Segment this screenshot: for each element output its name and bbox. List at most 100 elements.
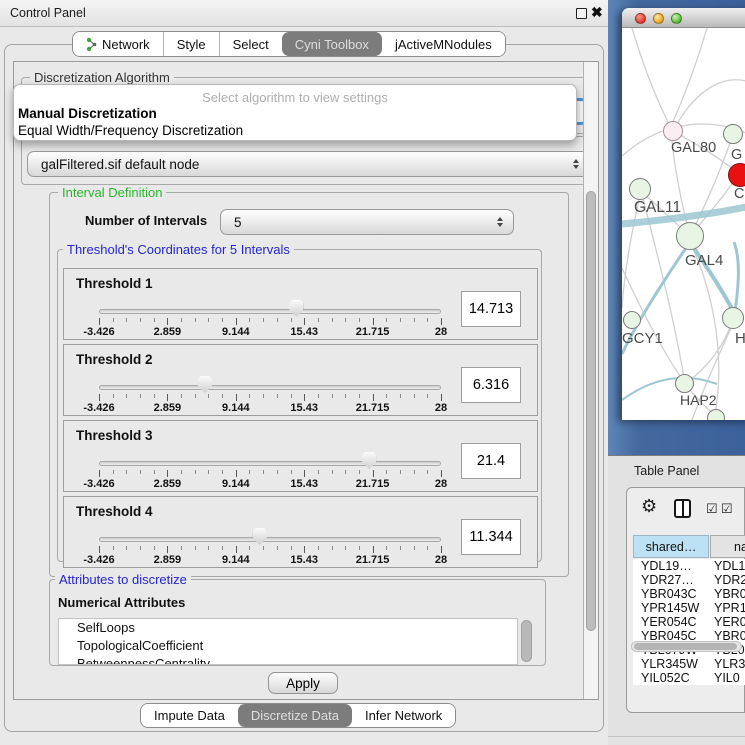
close-icon[interactable]: ✖ — [591, 4, 603, 21]
apply-button[interactable]: Apply — [268, 672, 338, 694]
network-canvas[interactable]: GAL80 G C GAL11 GAL4 GCY1 H HAP2 — [622, 28, 745, 420]
threshold-1-label: Threshold 1 — [76, 276, 153, 291]
threshold-3-value-field[interactable] — [461, 443, 521, 479]
table-data-combobox[interactable]: galFiltered.sif default node — [27, 151, 590, 177]
threshold-1-value-field[interactable] — [461, 291, 521, 327]
network-node-highlighted[interactable] — [728, 163, 745, 187]
scrollbar-thumb[interactable] — [586, 191, 596, 631]
minimize-traffic-light[interactable] — [653, 13, 664, 24]
float-icon[interactable] — [576, 8, 587, 19]
slider-thumb[interactable] — [198, 376, 212, 393]
tab-impute-data[interactable]: Impute Data — [141, 704, 238, 727]
tick-mark — [167, 318, 168, 325]
checkbox-icon[interactable]: ☑ — [706, 501, 718, 517]
threshold-2-panel: Threshold 2 -3.4262.8599.14415.4321.7152… — [63, 344, 538, 416]
scrollbar-thumb[interactable] — [634, 643, 737, 650]
table-row[interactable]: YDL19…YDL1 — [633, 559, 745, 573]
network-window-titlebar[interactable] — [622, 8, 745, 28]
tick-mark — [140, 470, 141, 474]
number-of-intervals-combobox[interactable]: 5 — [220, 209, 514, 235]
threshold-2-value-field[interactable] — [461, 367, 521, 403]
checkbox-icon[interactable]: ☑ — [721, 501, 733, 517]
tick-label: -3.426 — [83, 326, 114, 338]
cell-name: YDR2 — [714, 573, 745, 587]
network-node[interactable] — [675, 374, 694, 393]
network-node[interactable] — [623, 311, 641, 329]
tick-mark — [181, 394, 182, 398]
table-row[interactable]: YLR345WYLR3 — [633, 657, 745, 671]
tick-mark — [195, 546, 196, 550]
tab-discretize-data[interactable]: Discretize Data — [238, 704, 352, 727]
threshold-4-panel: Threshold 4 -3.4262.8599.14415.4321.7152… — [63, 496, 538, 568]
tick-label: 2.859 — [154, 326, 182, 338]
tick-mark — [113, 318, 114, 322]
tick-mark — [318, 318, 319, 322]
close-traffic-light[interactable] — [635, 13, 646, 24]
gear-icon[interactable]: ⚙ — [641, 496, 657, 517]
list-item[interactable]: TopologicalCoefficient — [59, 637, 517, 655]
threshold-2-slider[interactable] — [99, 385, 441, 390]
slider-thumb[interactable] — [289, 300, 303, 317]
attributes-scrollbar[interactable] — [520, 619, 533, 665]
column-header-shared-name[interactable]: shared… — [633, 535, 709, 558]
network-node[interactable] — [629, 178, 651, 200]
table-row[interactable]: YPR145WYPR1 — [633, 601, 745, 615]
tick-mark — [154, 394, 155, 398]
tab-cyni-toolbox[interactable]: Cyni Toolbox — [282, 32, 382, 56]
settings-scrollbar[interactable] — [583, 62, 598, 699]
network-node[interactable] — [722, 307, 744, 329]
tick-mark — [441, 394, 442, 401]
tab-network[interactable]: Network — [73, 32, 163, 56]
network-node[interactable] — [723, 124, 743, 144]
table-row[interactable]: YDR27…YDR2 — [633, 573, 745, 587]
table-row[interactable]: YBR043CYBR0 — [633, 587, 745, 601]
tick-label: -3.426 — [83, 554, 114, 566]
tick-mark — [441, 470, 442, 477]
node-label: GAL4 — [685, 252, 723, 269]
list-item[interactable]: SelfLoops — [59, 619, 517, 637]
network-node[interactable] — [676, 222, 704, 250]
threshold-4-value-field[interactable] — [461, 519, 521, 555]
tick-mark — [441, 546, 442, 553]
table-row[interactable]: YER054CYER0 — [633, 615, 745, 629]
slider-thumb[interactable] — [362, 452, 376, 469]
tick-mark — [332, 546, 333, 550]
threshold-4-slider[interactable] — [99, 537, 441, 542]
tab-style-label: Style — [177, 37, 206, 52]
list-item[interactable]: BetweennessCentrality — [59, 655, 517, 665]
tick-mark — [154, 546, 155, 550]
tick-mark — [195, 470, 196, 474]
tick-mark — [332, 318, 333, 322]
network-node[interactable] — [707, 409, 725, 420]
tab-style[interactable]: Style — [163, 32, 219, 56]
slider-thumb[interactable] — [253, 528, 267, 545]
tab-jactivemnodules[interactable]: jActiveMNodules — [382, 32, 505, 56]
tick-mark — [400, 546, 401, 550]
tick-mark — [291, 318, 292, 322]
tick-mark — [304, 546, 305, 553]
tick-mark — [208, 470, 209, 474]
threshold-3-slider[interactable] — [99, 461, 441, 466]
table-horizontal-scrollbar[interactable] — [631, 641, 742, 652]
tick-mark — [249, 318, 250, 322]
network-node[interactable] — [663, 121, 683, 141]
tab-discretize-data-label: Discretize Data — [251, 708, 339, 723]
tab-select[interactable]: Select — [219, 32, 282, 56]
control-panel-titlebar: Control Panel ✖ — [0, 0, 611, 27]
numerical-attributes-list[interactable]: SelfLoopsTopologicalCoefficientBetweenne… — [58, 618, 518, 665]
table-row[interactable]: YIL052CYIL0 — [633, 671, 745, 685]
threshold-4-label: Threshold 4 — [76, 504, 153, 519]
algorithm-placeholder: Select algorithm to view settings — [14, 90, 576, 105]
tick-mark — [304, 394, 305, 401]
column-header-name[interactable]: na — [710, 535, 745, 558]
combo-spinner-icon — [497, 217, 503, 227]
tick-mark — [167, 394, 168, 401]
option-equal-width-frequency[interactable]: Equal Width/Frequency Discretization — [18, 123, 243, 138]
tick-mark — [373, 546, 374, 553]
columns-icon[interactable] — [674, 499, 691, 518]
option-manual-discretization[interactable]: Manual Discretization — [18, 106, 157, 121]
tick-mark — [167, 470, 168, 477]
threshold-1-slider[interactable] — [99, 309, 441, 314]
zoom-traffic-light[interactable] — [671, 13, 682, 24]
tab-infer-network[interactable]: Infer Network — [352, 704, 455, 727]
